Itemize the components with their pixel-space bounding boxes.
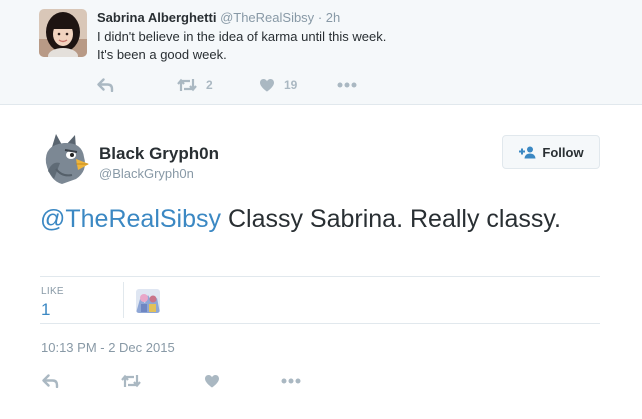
- parent-reply-button[interactable]: [97, 75, 114, 95]
- likes-count[interactable]: 1: [41, 300, 50, 320]
- main-more-button[interactable]: [281, 371, 301, 391]
- likes-label: LIKE: [41, 286, 64, 297]
- parent-text-line-2: It's been a good week.: [97, 47, 227, 62]
- reply-icon: [97, 78, 114, 92]
- tweet-stats: LIKE 1: [40, 276, 600, 324]
- stats-divider: [123, 282, 124, 318]
- reply-icon: [42, 374, 59, 388]
- parent-author-name[interactable]: Sabrina Alberghetti: [97, 10, 216, 25]
- retweet-icon: [121, 374, 141, 388]
- parent-more-button[interactable]: [337, 75, 357, 95]
- parent-text-line-1: I didn't believe in the idea of karma un…: [97, 29, 387, 44]
- parent-tweet-text: I didn't believe in the idea of karma un…: [97, 28, 617, 64]
- more-icon: [337, 82, 357, 88]
- follow-button-label: Follow: [542, 144, 584, 160]
- parent-retweet-button[interactable]: 2: [177, 75, 213, 95]
- parent-avatar[interactable]: [39, 9, 87, 57]
- parent-like-button[interactable]: 19: [259, 75, 297, 95]
- main-reply-button[interactable]: [42, 371, 59, 391]
- tweet-timestamp[interactable]: 10:13 PM - 2 Dec 2015: [41, 340, 175, 355]
- main-like-button[interactable]: [204, 371, 220, 391]
- parent-header: Sabrina Alberghetti @TheRealSibsy · 2h: [97, 10, 340, 25]
- main-author-name[interactable]: Black Gryph0n: [99, 144, 219, 164]
- main-author-handle[interactable]: @BlackGryph0n: [99, 166, 194, 181]
- add-user-icon: [519, 146, 536, 158]
- follow-button[interactable]: Follow: [502, 135, 600, 169]
- liker-avatar[interactable]: [136, 289, 160, 313]
- parent-author-handle[interactable]: @TheRealSibsy: [220, 10, 314, 25]
- main-tweet-body: Classy Sabrina. Really classy.: [221, 205, 561, 233]
- main-tweet: Black Gryph0n @BlackGryph0n Follow @TheR…: [0, 105, 642, 419]
- more-icon: [281, 378, 301, 384]
- retweet-icon: [177, 78, 197, 92]
- mention-link[interactable]: @TheRealSibsy: [40, 205, 221, 233]
- parent-time[interactable]: 2h: [326, 10, 340, 25]
- main-retweet-button[interactable]: [121, 371, 141, 391]
- parent-retweet-count: 2: [206, 78, 213, 92]
- main-avatar[interactable]: [42, 133, 90, 185]
- parent-separator: ·: [317, 10, 323, 25]
- heart-icon: [260, 79, 274, 92]
- main-tweet-text: @TheRealSibsy Classy Sabrina. Really cla…: [40, 203, 600, 235]
- heart-icon: [205, 375, 219, 388]
- parent-tweet[interactable]: Sabrina Alberghetti @TheRealSibsy · 2h I…: [0, 0, 642, 105]
- parent-like-count: 19: [284, 78, 298, 92]
